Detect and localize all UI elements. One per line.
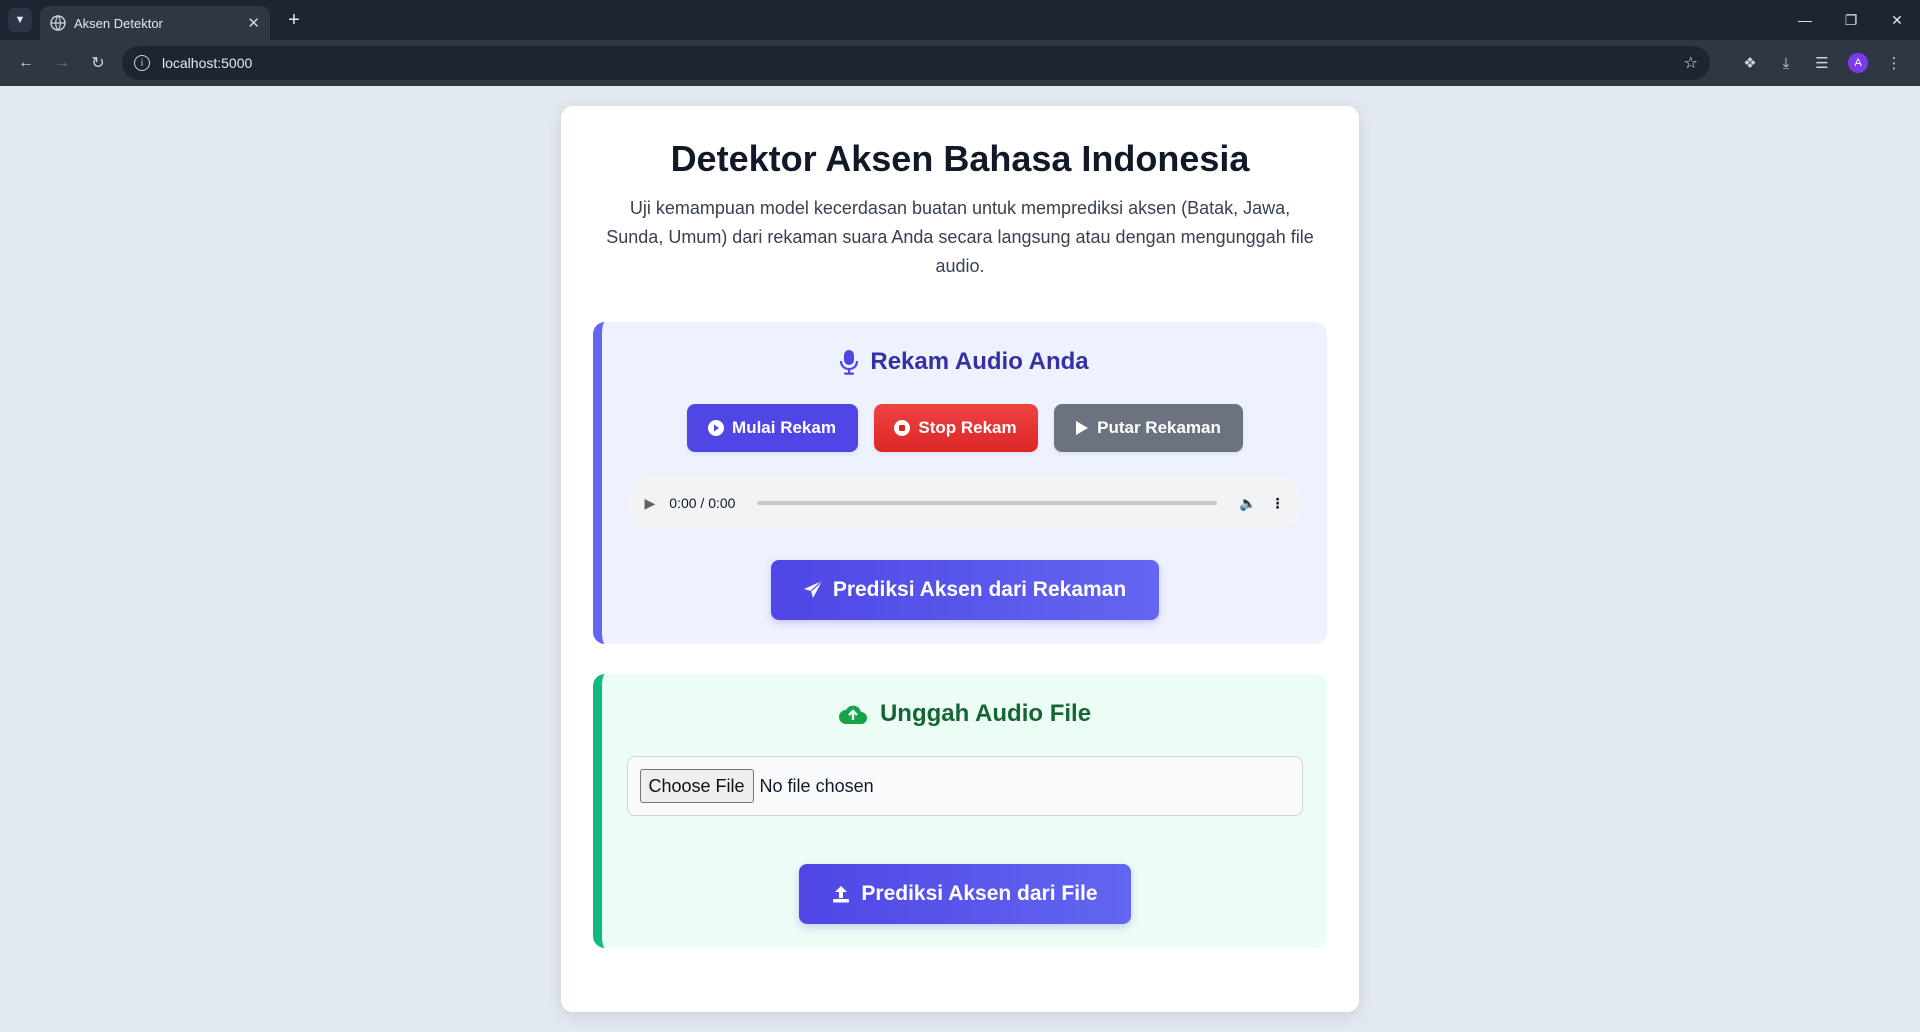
predict-recording-button[interactable]: Prediksi Aksen dari Rekaman — [770, 560, 1159, 620]
close-icon[interactable]: ✕ — [247, 14, 260, 32]
forward-arrow-icon[interactable]: → — [46, 47, 78, 79]
browser-toolbar: ← → ↻ i localhost:5000 ☆ ❖ ⤓ ☰ A ⋮ — [0, 40, 1920, 86]
restore-icon[interactable]: ❐ — [1828, 0, 1874, 40]
play-icon — [1076, 421, 1089, 435]
stop-record-label: Stop Rekam — [918, 418, 1017, 437]
play-circle-icon — [708, 420, 725, 436]
downloads-icon[interactable]: ⤓ — [1770, 47, 1802, 79]
browser-tab-bar: ▼ Aksen Detektor ✕ + — ❐ ✕ — [0, 0, 1920, 40]
back-arrow-icon[interactable]: ← — [10, 47, 42, 79]
upload-section-title: Unggah Audio File — [879, 700, 1092, 727]
upload-section-header: Unggah Audio File — [626, 698, 1303, 730]
stop-record-button[interactable]: Stop Rekam — [873, 404, 1038, 452]
stop-circle-icon — [894, 420, 911, 436]
play-recording-label: Putar Rekaman — [1097, 418, 1221, 437]
url-text: localhost:5000 — [162, 55, 253, 71]
plus-icon: + — [288, 8, 300, 31]
page-description: Uji kemampuan model kecerdasan buatan un… — [606, 198, 1314, 276]
record-controls: Mulai Rekam Stop Rekam Putar Rekaman — [626, 404, 1303, 452]
window-controls: — ❐ ✕ — [1782, 0, 1920, 40]
audio-play-icon[interactable]: ▶ — [645, 495, 656, 512]
window-close-icon[interactable]: ✕ — [1874, 0, 1920, 40]
toolbar-actions: ❖ ⤓ ☰ A ⋮ — [1734, 47, 1910, 79]
tab-search-button[interactable]: ▼ — [8, 8, 32, 32]
tab-title: Aksen Detektor — [74, 15, 163, 31]
microphone-icon — [840, 350, 859, 375]
chevron-down-icon: ▼ — [14, 14, 26, 26]
main-card: Detektor Aksen Bahasa Indonesia Uji kema… — [561, 106, 1359, 1012]
page-title: Detektor Aksen Bahasa Indonesia — [670, 138, 1250, 179]
predict-recording-label: Prediksi Aksen dari Rekaman — [832, 578, 1127, 601]
predict-file-button[interactable]: Prediksi Aksen dari File — [798, 864, 1131, 924]
audio-time: 0:00 / 0:00 — [669, 495, 736, 511]
record-section-title: Rekam Audio Anda — [870, 348, 1089, 375]
new-tab-button[interactable]: + — [282, 8, 306, 32]
extensions-icon[interactable]: ❖ — [1734, 47, 1766, 79]
globe-icon — [50, 15, 66, 31]
audio-player[interactable]: ▶ 0:00 / 0:00 🔈 ⋮ — [626, 476, 1303, 530]
address-bar[interactable]: i localhost:5000 ☆ — [122, 46, 1710, 80]
audio-file-input[interactable]: Choose File No file chosen — [626, 756, 1303, 816]
predict-file-label: Prediksi Aksen dari File — [861, 882, 1098, 905]
audio-progress-slider[interactable] — [757, 501, 1218, 505]
more-menu-icon[interactable]: ⋮ — [1878, 47, 1910, 79]
volume-icon[interactable]: 🔈 — [1239, 495, 1256, 512]
record-section: Rekam Audio Anda Mulai Rekam Stop Rekam — [593, 322, 1327, 644]
upload-section: Unggah Audio File Choose File No file ch… — [593, 674, 1327, 948]
bookmark-star-icon[interactable]: ☆ — [1684, 53, 1698, 73]
record-section-header: Rekam Audio Anda — [626, 346, 1303, 378]
start-record-label: Mulai Rekam — [732, 418, 836, 437]
audio-more-icon[interactable]: ⋮ — [1271, 495, 1285, 512]
choose-file-button[interactable]: Choose File — [639, 769, 754, 803]
upload-icon — [833, 886, 850, 903]
avatar[interactable]: A — [1848, 53, 1868, 73]
cloud-upload-icon — [838, 705, 867, 724]
play-recording-button[interactable]: Putar Rekaman — [1053, 404, 1243, 452]
minimize-icon[interactable]: — — [1782, 0, 1828, 40]
site-info-icon[interactable]: i — [134, 55, 150, 71]
page-viewport: Detektor Aksen Bahasa Indonesia Uji kema… — [0, 86, 1920, 1032]
media-control-icon[interactable]: ☰ — [1806, 47, 1838, 79]
paper-plane-icon — [803, 580, 823, 598]
start-record-button[interactable]: Mulai Rekam — [686, 404, 858, 452]
browser-tab[interactable]: Aksen Detektor ✕ — [40, 6, 270, 40]
file-status-text: No file chosen — [759, 775, 874, 796]
reload-icon[interactable]: ↻ — [82, 47, 114, 79]
